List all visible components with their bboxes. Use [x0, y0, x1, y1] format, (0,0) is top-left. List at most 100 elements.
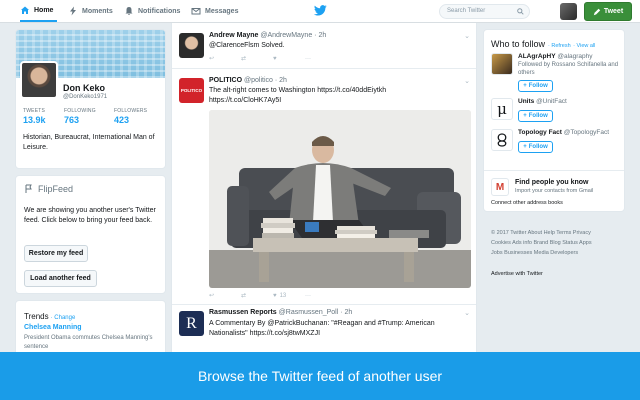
tweet-author-name[interactable]: Andrew Mayne	[209, 32, 258, 39]
tweet-button-label: Tweet	[603, 8, 624, 15]
suggestion-avatar[interactable]	[491, 53, 513, 75]
tweet[interactable]: POLITICO POLITICO @politico · 2h The alt…	[172, 70, 476, 305]
tweet-author[interactable]: POLITICO @politico · 2h	[209, 77, 287, 84]
stat-label: FOLLOWING	[64, 108, 96, 114]
profile-bio: Historian, Bureaucrat, International Man…	[23, 134, 155, 151]
compose-icon	[593, 8, 601, 15]
tweet-author[interactable]: Rasmussen Reports @Rasmussen_Poll · 2h	[209, 309, 352, 316]
chevron-down-icon[interactable]: ⌄	[464, 309, 470, 317]
suggestion-display-name: Topology Fact	[518, 129, 562, 136]
add-user-icon: +	[523, 83, 527, 89]
nav-messages[interactable]: Messages	[191, 0, 238, 22]
caption-banner: Browse the Twitter feed of another user	[0, 352, 640, 400]
stat-following[interactable]: FOLLOWING 763	[64, 108, 96, 125]
tweet-text: @ClarenceFlsm Solved.	[209, 42, 285, 49]
chevron-down-icon[interactable]: ⌄	[464, 77, 470, 85]
restore-feed-button[interactable]: Restore my feed	[24, 245, 88, 262]
suggestion-avatar[interactable]	[491, 129, 513, 151]
flipfeed-title: FlipFeed	[24, 184, 73, 194]
trend-item[interactable]: Chelsea Manning	[24, 324, 82, 331]
envelope-icon	[191, 8, 201, 15]
load-another-feed-button[interactable]: Load another feed	[24, 270, 97, 287]
trends-header: Trends · Change	[24, 312, 75, 321]
who-to-follow-title: Who to follow	[491, 39, 546, 49]
find-people-section[interactable]: M Find people you know Import your conta…	[484, 170, 624, 200]
stat-value: 763	[64, 115, 80, 125]
tweet-time[interactable]: · 2h	[275, 77, 287, 84]
tweet-author[interactable]: Andrew Mayne @AndrewMayne · 2h	[209, 32, 326, 39]
find-people-subtitle: Import your contacts from Gmail	[515, 188, 594, 194]
tweet-actions: ↩ ⇄ ♥ ···	[209, 55, 337, 63]
suggestion-handle: @UnitFact	[536, 98, 567, 105]
politico-logo-text: POLITICO	[180, 88, 203, 93]
reply-icon[interactable]: ↩	[209, 292, 241, 299]
stat-tweets[interactable]: TWEETS 13.9k	[23, 108, 46, 125]
nav-home[interactable]: Home	[20, 0, 57, 22]
suggestion-name[interactable]: Units @UnitFact	[518, 98, 567, 105]
refresh-link[interactable]: · Refresh	[548, 43, 571, 49]
tweet-author-name[interactable]: Rasmussen Reports	[209, 309, 277, 316]
follow-button-label: Follow	[528, 144, 548, 150]
nav-notifications[interactable]: Notifications	[124, 0, 180, 22]
follow-button[interactable]: + Follow	[518, 110, 553, 122]
stat-label: TWEETS	[23, 108, 46, 114]
retweet-icon[interactable]: ⇄	[241, 292, 273, 299]
tweet[interactable]: Andrew Mayne @AndrewMayne · 2h @Clarence…	[172, 23, 476, 69]
who-to-follow-card: Who to follow · Refresh · View all ALAgrA…	[483, 29, 625, 212]
footer-line[interactable]: © 2017 Twitter About Help Terms Privacy	[491, 228, 621, 238]
more-icon[interactable]: ···	[305, 293, 337, 299]
tweet-time[interactable]: · 2h	[340, 309, 352, 316]
profile-handle[interactable]: @DonKeko1971	[63, 94, 107, 100]
like-icon[interactable]: ♥ 13	[273, 293, 305, 299]
stat-followers[interactable]: FOLLOWERS 423	[114, 108, 147, 125]
connect-address-books-link[interactable]: Connect other address books	[491, 200, 563, 206]
suggestion-avatar[interactable]: μ	[491, 98, 513, 120]
tweet-avatar[interactable]: R	[179, 311, 204, 336]
tweet-button[interactable]: Tweet	[584, 2, 632, 21]
search-icon[interactable]	[517, 8, 524, 15]
suggestion-desc: Followed by Rossano Schifanella and othe…	[518, 62, 619, 76]
suggestion-handle: @TopologyFact	[563, 129, 610, 136]
chevron-down-icon[interactable]: ⌄	[464, 32, 470, 40]
like-icon[interactable]: ♥	[273, 56, 305, 62]
suggestion-display-name: Units	[518, 98, 535, 105]
lightning-icon	[70, 6, 76, 16]
tweet-time[interactable]: · 2h	[314, 32, 326, 39]
stat-value: 13.9k	[23, 115, 46, 125]
follow-button-label: Follow	[528, 113, 548, 119]
retweet-icon[interactable]: ⇄	[241, 55, 273, 62]
bell-icon	[125, 7, 133, 15]
find-people-title[interactable]: Find people you know	[515, 179, 589, 186]
photo-illustration	[209, 110, 471, 288]
more-icon[interactable]: ···	[305, 56, 337, 62]
profile-name[interactable]: Don Keko	[63, 83, 105, 93]
profile-card: Don Keko @DonKeko1971 TWEETS 13.9k FOLLO…	[15, 29, 166, 169]
suggestion-name[interactable]: Topology Fact @TopologyFact	[518, 129, 609, 136]
search-input[interactable]: Search Twitter	[439, 4, 530, 19]
tweet-avatar[interactable]: POLITICO	[179, 78, 204, 103]
footer-line[interactable]: Jobs Businesses Media Developers	[491, 248, 621, 258]
user-avatar[interactable]	[560, 3, 577, 20]
tweet-author-handle: @AndrewMayne	[260, 32, 313, 39]
follow-button[interactable]: + Follow	[518, 80, 553, 92]
stat-label: FOLLOWERS	[114, 108, 148, 114]
follow-button[interactable]: + Follow	[518, 141, 553, 153]
view-all-link[interactable]: · View all	[573, 43, 595, 49]
trends-change-link[interactable]: · Change	[51, 315, 76, 321]
trends-title: Trends	[24, 312, 49, 321]
nav-home-label: Home	[34, 6, 54, 14]
reply-icon[interactable]: ↩	[209, 55, 241, 62]
twitter-bird-icon[interactable]	[314, 5, 327, 16]
suggestion-name[interactable]: ALAgrApHY @alagraphy	[518, 53, 593, 60]
footer-line[interactable]: Cookies Ads info Brand Blog Status Apps	[491, 238, 621, 248]
tweet-photo[interactable]	[209, 110, 471, 288]
tweet-author-name[interactable]: POLITICO	[209, 77, 242, 84]
tweet-avatar[interactable]	[179, 33, 204, 58]
nav-moments[interactable]: Moments	[68, 0, 113, 22]
tweet-link[interactable]: https://t.co/CloHK7Ay5I	[209, 96, 471, 106]
tweet-author-handle: @Rasmussen_Poll	[278, 309, 339, 316]
tweet-author-handle: @politico	[244, 77, 273, 84]
advertise-link[interactable]: Advertise with Twitter	[491, 271, 543, 277]
trend-description: President Obama commutes Chelsea Manning…	[24, 335, 153, 350]
profile-avatar[interactable]	[20, 61, 58, 99]
